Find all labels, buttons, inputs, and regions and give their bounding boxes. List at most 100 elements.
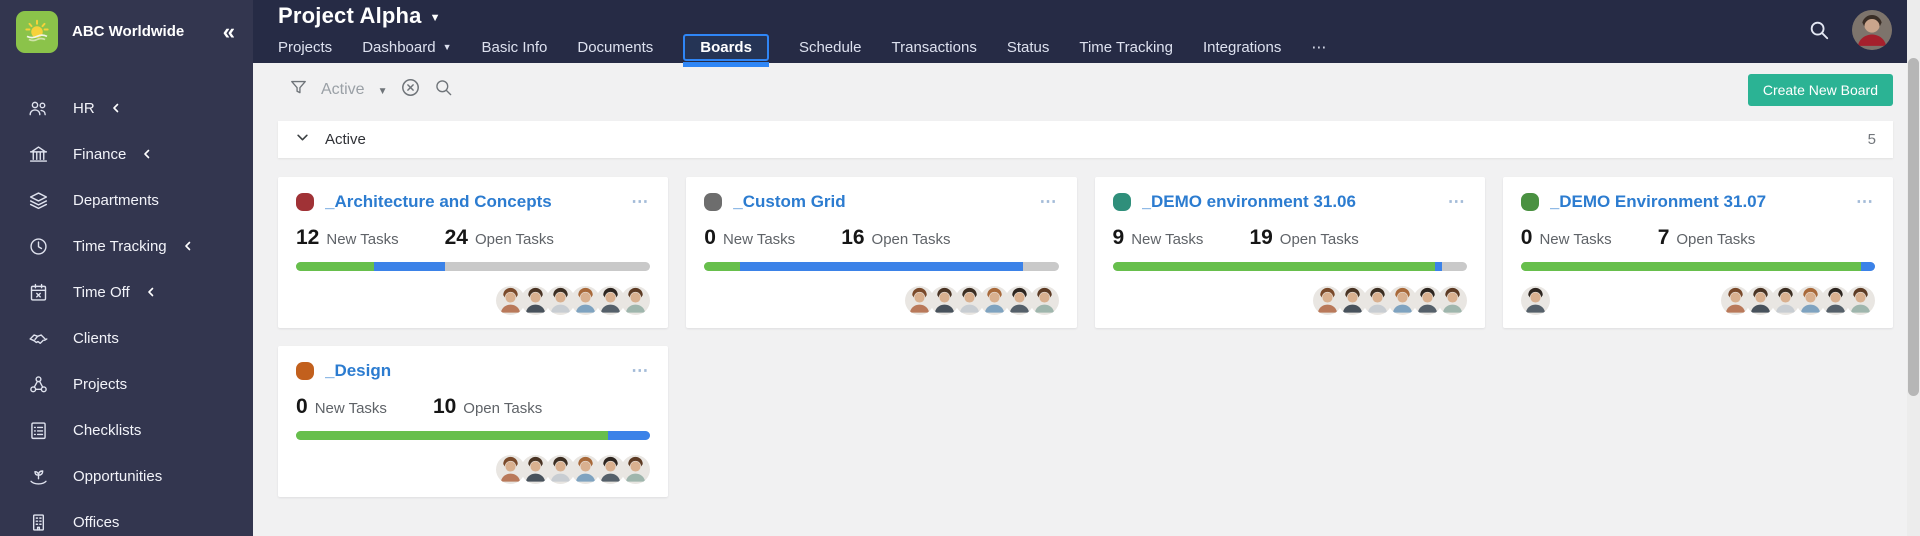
- scrollbar-thumb[interactable]: [1908, 58, 1919, 396]
- open-tasks-label: Open Tasks: [1676, 231, 1756, 248]
- open-tasks-count: 10: [432, 395, 457, 418]
- new-tasks-count: 9: [1112, 226, 1125, 249]
- board-title-link[interactable]: _Custom Grid: [733, 192, 1031, 212]
- handshake-icon: [27, 328, 49, 349]
- sidebar-item-offices[interactable]: Offices: [0, 499, 253, 536]
- tab-documents[interactable]: Documents: [577, 39, 653, 56]
- filter-status-dropdown[interactable]: Active: [321, 81, 365, 99]
- avatar: [1437, 286, 1467, 315]
- sidebar-item-opportunities[interactable]: Opportunities: [0, 453, 253, 499]
- board-card[interactable]: _DEMO Environment 31.07 ⋯ 0 New Tasks 7 …: [1502, 177, 1893, 328]
- tab-schedule[interactable]: Schedule: [799, 39, 862, 56]
- board-stats: 0 New Tasks 16 Open Tasks: [704, 226, 1058, 250]
- board-card[interactable]: _DEMO environment 31.06 ⋯ 9 New Tasks 19…: [1094, 177, 1485, 328]
- sidebar-item-hr[interactable]: HR: [0, 85, 253, 131]
- open-tasks-count: 19: [1249, 226, 1273, 249]
- card-more-button[interactable]: ⋯: [631, 361, 650, 381]
- board-title-link[interactable]: _DEMO environment 31.06: [1142, 192, 1440, 212]
- board-cards-grid: _Architecture and Concepts ⋯ 12 New Task…: [278, 177, 1893, 497]
- new-tasks-count: 0: [1520, 226, 1533, 249]
- board-color-dot: [704, 193, 723, 211]
- chevron-left-icon: [145, 286, 157, 298]
- user-avatar[interactable]: [1852, 10, 1892, 50]
- tab-projects[interactable]: Projects: [278, 39, 332, 56]
- board-color-dot: [1112, 193, 1131, 211]
- tabs-overflow-button[interactable]: ⋯: [1311, 38, 1326, 56]
- board-stats: 9 New Tasks 19 Open Tasks: [1113, 226, 1467, 250]
- board-title-link[interactable]: _DEMO Environment 31.07: [1550, 192, 1848, 212]
- bank-icon: [27, 144, 49, 165]
- filter-funnel-icon: [289, 78, 308, 102]
- board-color-dot: [296, 193, 314, 211]
- sidebar-item-time-off[interactable]: Time Off: [0, 269, 253, 315]
- chevron-down-icon[interactable]: [295, 130, 310, 150]
- board-title-link[interactable]: _Architecture and Concepts: [325, 192, 623, 212]
- clock-icon: [27, 236, 49, 257]
- sidebar-nav: HR Finance Departments Time Tracking Tim…: [0, 85, 253, 536]
- open-tasks-count: 7: [1657, 226, 1670, 249]
- project-title-dropdown[interactable]: Project Alpha ▼: [278, 3, 1920, 29]
- new-tasks-label: New Tasks: [326, 231, 399, 248]
- avatar: [1520, 286, 1550, 315]
- company-logo: [16, 10, 58, 53]
- active-section-header[interactable]: Active 5: [278, 121, 1893, 158]
- create-new-board-button[interactable]: Create New Board: [1747, 74, 1893, 106]
- board-card[interactable]: _Design ⋯ 0 New Tasks 10 Open Tasks: [278, 346, 669, 497]
- assignee-avatars: [704, 286, 1059, 316]
- card-more-button[interactable]: ⋯: [631, 192, 650, 212]
- chevron-left-icon: [110, 102, 122, 114]
- open-tasks-label: Open Tasks: [1279, 231, 1359, 248]
- avatar: [1846, 286, 1875, 315]
- assignee-avatars: [1520, 286, 1875, 316]
- sidebar-item-departments[interactable]: Departments: [0, 177, 253, 223]
- tab-status[interactable]: Status: [1007, 39, 1050, 56]
- sprout-hand-icon: [27, 466, 49, 487]
- new-tasks-count: 0: [296, 395, 308, 418]
- sidebar-collapse-button[interactable]: «: [223, 20, 235, 43]
- card-more-button[interactable]: ⋯: [1856, 192, 1875, 212]
- board-title-link[interactable]: _Design: [325, 361, 623, 381]
- filter-clear-icon[interactable]: [400, 77, 421, 103]
- board-color-dot: [1520, 193, 1539, 211]
- board-card[interactable]: _Custom Grid ⋯ 0 New Tasks 16 Open Tasks: [686, 177, 1077, 328]
- new-tasks-label: New Tasks: [1539, 231, 1612, 248]
- chevron-down-icon[interactable]: ▼: [378, 86, 388, 97]
- progress-bar: [1112, 262, 1467, 271]
- new-tasks-label: New Tasks: [722, 231, 796, 248]
- project-tabs: Projects Dashboard ▼ Basic Info Documents…: [278, 31, 1920, 67]
- new-tasks-count: 12: [296, 226, 320, 249]
- section-title: Active: [325, 131, 366, 148]
- chevron-down-icon: ▼: [442, 42, 452, 52]
- filter-search-icon[interactable]: [434, 78, 453, 102]
- tab-integrations[interactable]: Integrations: [1203, 39, 1281, 56]
- sidebar-item-finance[interactable]: Finance: [0, 131, 253, 177]
- tab-time-tracking[interactable]: Time Tracking: [1079, 39, 1173, 56]
- sidebar-item-projects[interactable]: Projects: [0, 361, 253, 407]
- new-tasks-label: New Tasks: [314, 400, 387, 417]
- assignee-avatars: [1113, 286, 1467, 316]
- main-content: Active ▼ Create New Board Active 5 _Arch…: [253, 63, 1920, 536]
- tab-basic-info[interactable]: Basic Info: [482, 39, 548, 56]
- tab-boards[interactable]: Boards: [683, 33, 769, 67]
- card-more-button[interactable]: ⋯: [1448, 192, 1467, 212]
- section-count: 5: [1867, 131, 1876, 148]
- open-tasks-label: Open Tasks: [871, 231, 951, 248]
- search-icon[interactable]: [1808, 19, 1830, 41]
- avatar: [621, 286, 651, 315]
- sidebar-item-time-tracking[interactable]: Time Tracking: [0, 223, 253, 269]
- tab-transactions[interactable]: Transactions: [892, 39, 977, 56]
- progress-bar: [296, 262, 651, 271]
- chevron-down-icon: ▼: [429, 12, 441, 24]
- top-header: Project Alpha ▼ Projects Dashboard ▼ Basi…: [0, 0, 1920, 67]
- progress-bar: [296, 431, 651, 440]
- sidebar-item-checklists[interactable]: Checklists: [0, 407, 253, 453]
- building-icon: [27, 512, 49, 533]
- sidebar-item-clients[interactable]: Clients: [0, 315, 253, 361]
- avatar: [621, 455, 651, 484]
- layers-icon: [27, 190, 49, 211]
- open-tasks-count: 24: [444, 226, 468, 249]
- board-card[interactable]: _Architecture and Concepts ⋯ 12 New Task…: [278, 177, 669, 328]
- card-more-button[interactable]: ⋯: [1040, 192, 1059, 212]
- tab-dashboard[interactable]: Dashboard ▼: [362, 39, 451, 56]
- progress-bar: [704, 262, 1059, 271]
